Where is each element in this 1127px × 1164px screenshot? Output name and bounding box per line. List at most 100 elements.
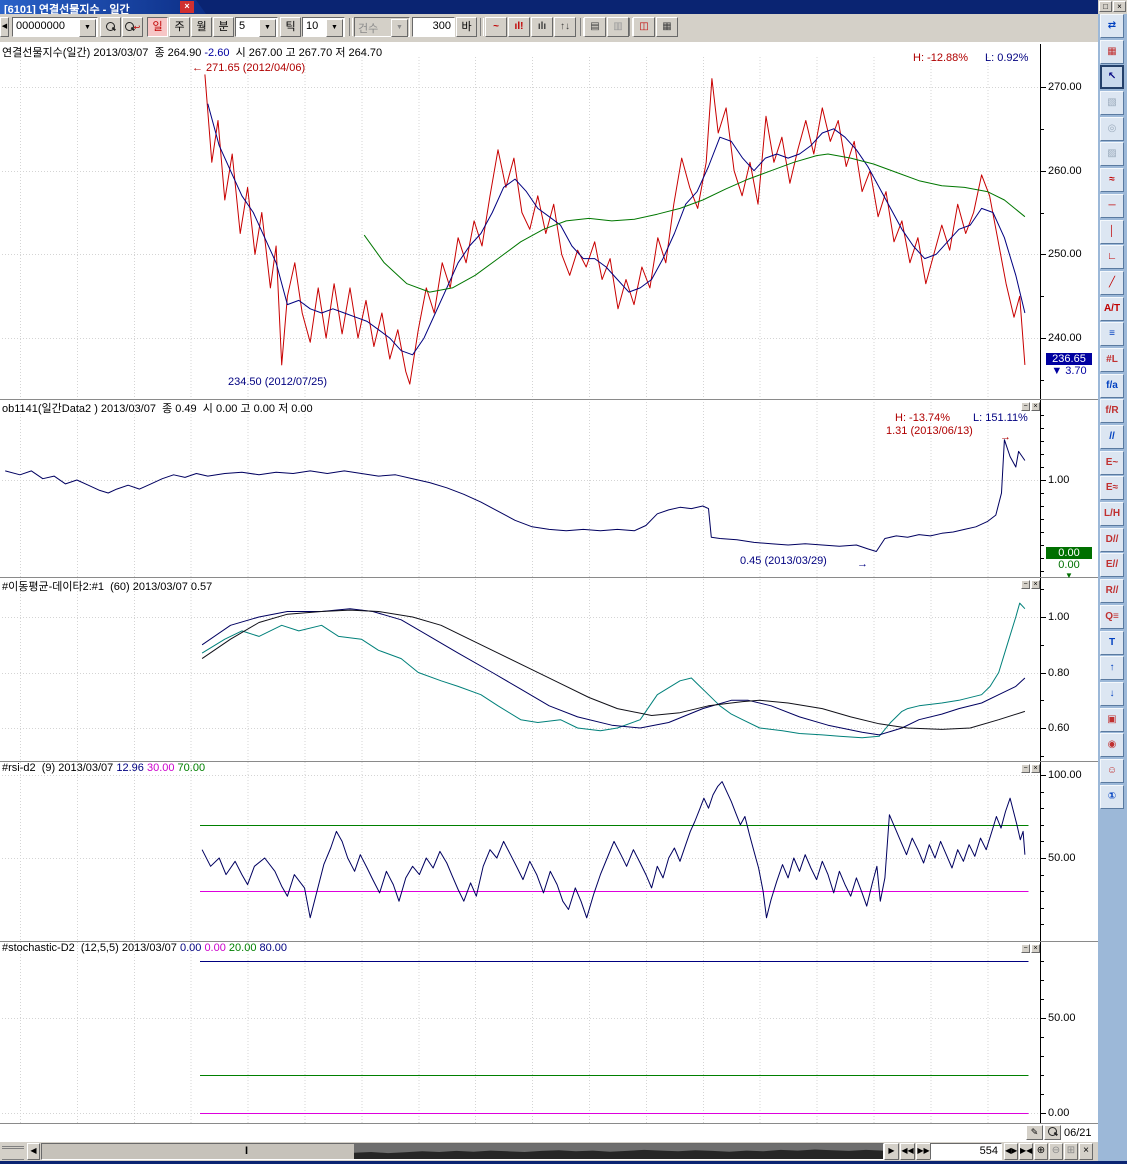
position-marker: I: [245, 1145, 248, 1157]
r-hatch-icon[interactable]: R//: [1100, 579, 1124, 603]
print-icon: ▥: [607, 17, 629, 37]
resize-grip[interactable]: [2, 1146, 24, 1162]
multi-line-icon[interactable]: ≡: [1100, 322, 1124, 346]
bar-count-input[interactable]: 300: [412, 17, 455, 37]
bar-count-value: 300: [433, 20, 451, 32]
volume-icon[interactable]: ılı: [531, 17, 553, 37]
toolbar-separator: [349, 18, 353, 36]
smiley-marker-icon[interactable]: ☺: [1100, 759, 1124, 783]
swap-chart-icon[interactable]: ⇄: [1100, 14, 1124, 38]
chevron-down-icon[interactable]: ▼: [259, 19, 276, 37]
number-marker-icon[interactable]: ①: [1100, 785, 1124, 809]
toolbar-scroll-left-button[interactable]: ◀: [0, 17, 9, 37]
text-annotation-icon[interactable]: A/T: [1100, 297, 1124, 321]
circle-marker-icon[interactable]: ◉: [1100, 733, 1124, 757]
window-grid-icon: ⊞: [1064, 1143, 1078, 1160]
quote-list-icon[interactable]: Q≡: [1100, 605, 1124, 629]
line-chart-icon[interactable]: ~: [485, 17, 507, 37]
play-button[interactable]: ▶: [884, 1143, 899, 1160]
cursor-arrow-icon[interactable]: ↖: [1100, 65, 1124, 89]
low-high-icon[interactable]: L/H: [1100, 502, 1124, 526]
zoom-out-icon: ⊖: [1049, 1143, 1063, 1160]
chevron-down-icon: ▼: [391, 19, 408, 37]
trading-chart-window: { "window":{"title":"[6101] 연결선물지수 - 일간"…: [0, 0, 1127, 1164]
arrow-down-icon[interactable]: ↓: [1100, 682, 1124, 706]
symbol-value: 00000000: [16, 20, 65, 32]
panel-close-icon[interactable]: ×: [1031, 764, 1040, 773]
volume-alert-icon[interactable]: ıl!: [508, 17, 530, 37]
scroll-left-button[interactable]: ◀: [27, 1143, 40, 1160]
text-tool-icon[interactable]: T: [1100, 631, 1124, 655]
panel-close-icon[interactable]: ×: [1031, 944, 1040, 953]
last-date-label: 06/21: [1064, 1127, 1092, 1139]
toolbar: ◀ 00000000 ▼ ↩ 일 주 월 분 5 ▼ 틱 10 ▼ 건수 ▼ 3…: [0, 14, 1098, 43]
elliott-wave-icon[interactable]: E~: [1100, 451, 1124, 475]
period-minute-button[interactable]: 분: [213, 17, 234, 37]
horizontal-line-icon[interactable]: ─: [1100, 194, 1124, 218]
expand-range-icon[interactable]: ◀▶: [1004, 1143, 1018, 1160]
shrink-range-icon[interactable]: ▶◀: [1019, 1143, 1033, 1160]
new-document-icon[interactable]: ▤: [584, 17, 606, 37]
zoom-in-icon[interactable]: ⊕: [1034, 1143, 1048, 1160]
search-recent-button[interactable]: ↩: [122, 17, 143, 37]
vertical-line-icon[interactable]: │: [1100, 220, 1124, 244]
split-chart-icon[interactable]: ◫: [633, 17, 655, 37]
diagonal-line-icon[interactable]: ╱: [1100, 271, 1124, 295]
chevron-down-icon[interactable]: ▼: [79, 19, 96, 37]
right-toolbar: □ × ⇄▦↖▧◎▨≈─│∟╱A/T≡#Lf/af/R//E~E≈L/HD//E…: [1098, 0, 1127, 1164]
indicator-window-icon[interactable]: ▦: [1100, 40, 1124, 64]
symbol-combo[interactable]: 00000000 ▼: [12, 17, 98, 37]
sort-arrows-icon[interactable]: ↑↓: [554, 17, 576, 37]
minute-combo[interactable]: 5 ▼: [235, 17, 278, 37]
panel-close-icon[interactable]: ×: [1031, 402, 1040, 411]
step-line-icon[interactable]: ∟: [1100, 245, 1124, 269]
close-range-icon[interactable]: ×: [1079, 1143, 1093, 1160]
trendline-icon[interactable]: ≈: [1100, 168, 1124, 192]
d-hatch-icon[interactable]: D//: [1100, 528, 1124, 552]
status-bar: ◀ I ▶ ◀◀ ▶▶ 554 ◀▶ ▶◀ ⊕ ⊖ ⊞ ×: [0, 1142, 1098, 1161]
visible-bars-input[interactable]: 554: [930, 1143, 1002, 1160]
elliott-wave2-icon[interactable]: E≈: [1100, 476, 1124, 500]
period-weekly-button[interactable]: 주: [169, 17, 190, 37]
bar-unit-button[interactable]: 바: [456, 17, 477, 37]
window-buttons: □ ×: [1098, 0, 1127, 14]
scroll-track[interactable]: I: [41, 1143, 884, 1160]
zoom-region-icon: ◎: [1100, 117, 1124, 141]
search-icon: [106, 22, 115, 31]
hand-tool-icon: ▨: [1100, 142, 1124, 166]
search-button[interactable]: [100, 17, 121, 37]
tick-value: 10: [306, 20, 318, 32]
panel-minimize-icon[interactable]: −: [1021, 764, 1030, 773]
data-grid-icon[interactable]: ▦: [656, 17, 678, 37]
close-icon[interactable]: ×: [1113, 1, 1126, 12]
tick-button[interactable]: 틱: [280, 17, 301, 37]
tab-close-icon[interactable]: ×: [180, 1, 194, 13]
tick-combo[interactable]: 10 ▼: [302, 17, 345, 37]
rewind-button[interactable]: ◀◀: [900, 1143, 915, 1160]
panel-close-icon[interactable]: ×: [1031, 580, 1040, 589]
formula-r-icon[interactable]: f/R: [1100, 399, 1124, 423]
forward-button[interactable]: ▶▶: [916, 1143, 931, 1160]
region-select-icon: ▧: [1100, 91, 1124, 115]
parallel-lines-icon[interactable]: //: [1100, 425, 1124, 449]
arrow-up-icon[interactable]: ↑: [1100, 656, 1124, 680]
panel-minimize-icon[interactable]: −: [1021, 402, 1030, 411]
panel-minimize-icon[interactable]: −: [1021, 944, 1030, 953]
formula-a-icon[interactable]: f/a: [1100, 374, 1124, 398]
zoom-icon[interactable]: [1044, 1125, 1061, 1140]
chevron-down-icon[interactable]: ▼: [326, 19, 343, 37]
e-hatch-icon[interactable]: E//: [1100, 553, 1124, 577]
edit-icon[interactable]: ✎: [1026, 1125, 1043, 1140]
minimap: [354, 1144, 883, 1159]
panel-minimize-icon[interactable]: −: [1021, 580, 1030, 589]
period-monthly-button[interactable]: 월: [191, 17, 212, 37]
toolbar-separator: [480, 18, 484, 36]
bar-pattern-icon[interactable]: #L: [1100, 348, 1124, 372]
drawing-tools: ⇄▦↖▧◎▨≈─│∟╱A/T≡#Lf/af/R//E~E≈L/HD//E//R/…: [1100, 14, 1125, 810]
count-label: 건수: [358, 20, 378, 36]
period-daily-button[interactable]: 일: [147, 17, 168, 37]
restore-icon[interactable]: □: [1099, 1, 1112, 12]
chart-area[interactable]: [0, 42, 1098, 1142]
square-marker-icon[interactable]: ▣: [1100, 708, 1124, 732]
x-axis: [0, 1124, 1098, 1142]
